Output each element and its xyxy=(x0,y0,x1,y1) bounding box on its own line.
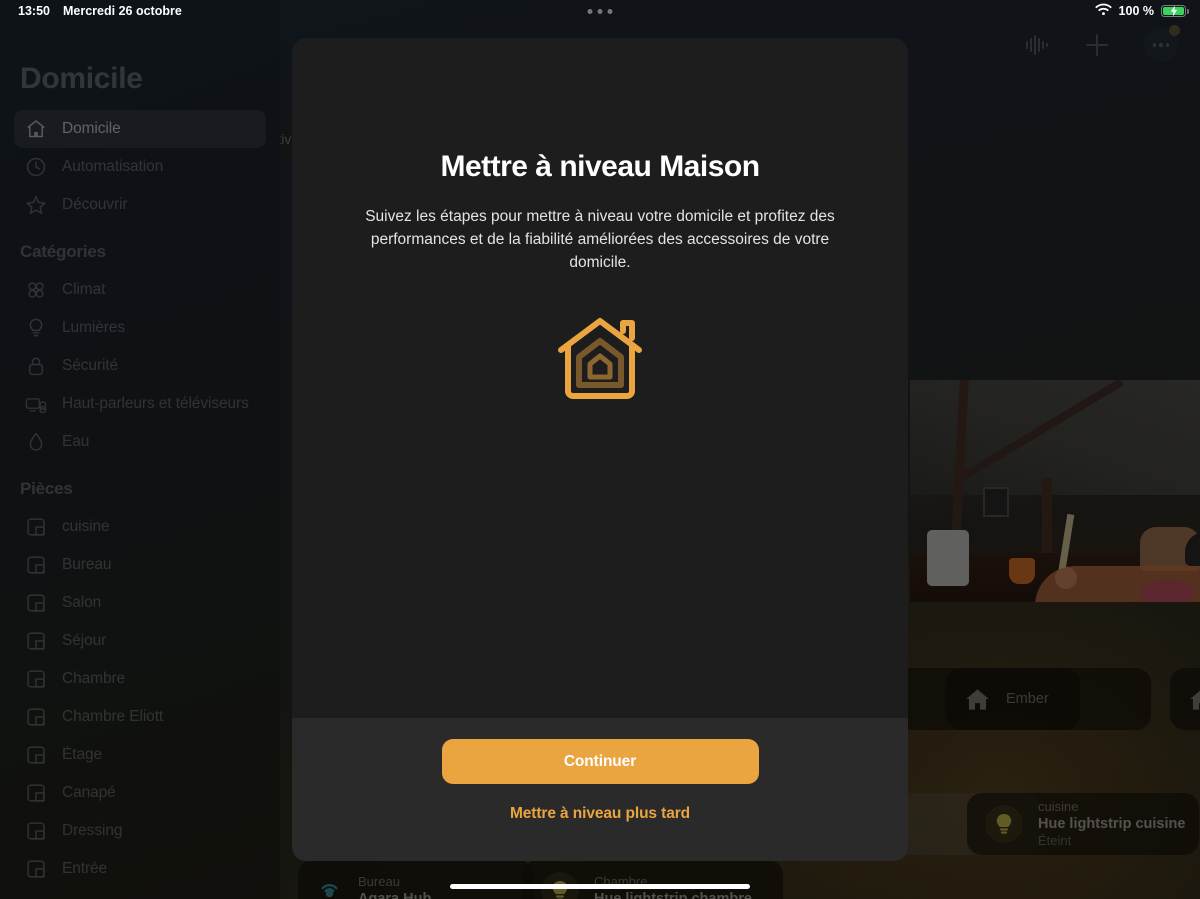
sidebar-item-label: Domicile xyxy=(62,120,121,137)
star-icon xyxy=(25,194,47,216)
modal-description: Suivez les étapes pour mettre à niveau v… xyxy=(365,208,835,271)
accessory-name: Ember xyxy=(1006,690,1049,707)
accessory-state: Éteint xyxy=(1038,833,1072,849)
sidebar-item-label: Automatisation xyxy=(62,158,164,175)
sidebar-item-label: Découvrir xyxy=(62,196,128,213)
clock-icon xyxy=(25,156,47,178)
sidebar-item-label: Entrée xyxy=(62,860,108,877)
water-drop-icon xyxy=(25,431,47,453)
accessory-card-right[interactable] xyxy=(1170,668,1200,730)
sidebar-item-etage[interactable]: Étage xyxy=(14,736,266,774)
sidebar-item-canape[interactable]: Canapé xyxy=(14,774,266,812)
room-icon xyxy=(25,516,47,538)
ellipsis-circle-icon[interactable] xyxy=(1144,25,1180,62)
notification-badge xyxy=(1169,25,1180,36)
accessory-card-aqara-hub[interactable]: Bureau Aqara Hub xyxy=(298,860,533,899)
accessory-room: cuisine xyxy=(1038,798,1079,814)
tv-speaker-icon xyxy=(25,393,47,415)
sidebar-item-eau[interactable]: Eau xyxy=(14,423,266,461)
page-title: Domicile xyxy=(20,62,143,95)
sidebar-item-entree[interactable]: Entrée xyxy=(14,850,266,888)
lightbulb-icon xyxy=(985,805,1023,843)
hub-icon xyxy=(316,878,343,899)
modal-footer: Continuer Mettre à niveau plus tard xyxy=(292,718,908,861)
camera-preview-tile[interactable] xyxy=(910,380,1200,602)
sidebar-item-securite[interactable]: Sécurité xyxy=(14,347,266,385)
upgrade-home-modal: Mettre à niveau Maison Suivez les étapes… xyxy=(292,38,908,861)
sidebar-item-automatisation[interactable]: Automatisation xyxy=(14,148,266,186)
accessory-name: Hue lightstrip cuisine xyxy=(1038,815,1186,832)
accessory-card-ember[interactable]: Ember xyxy=(946,668,1151,730)
room-icon xyxy=(25,706,47,728)
sidebar-item-label: Dressing xyxy=(62,822,123,839)
house-icon xyxy=(1188,686,1200,713)
house-icon xyxy=(964,686,991,713)
sidebar-item-label: Eau xyxy=(62,433,90,450)
room-icon xyxy=(25,592,47,614)
accessory-name: Hue lightstrip chambre xyxy=(594,890,752,899)
sidebar-item-climat[interactable]: Climat xyxy=(14,271,266,309)
sidebar-item-cuisine[interactable]: cuisine xyxy=(14,508,266,546)
modal-body: Mettre à niveau Maison Suivez les étapes… xyxy=(292,38,908,718)
accessory-name: Aqara Hub xyxy=(358,890,431,899)
sidebar-item-chambre[interactable]: Chambre xyxy=(14,660,266,698)
upgrade-later-button[interactable]: Mettre à niveau plus tard xyxy=(510,805,690,823)
room-icon xyxy=(25,630,47,652)
sidebar-item-label: Étage xyxy=(62,746,103,763)
sidebar-section-categories: Catégories xyxy=(20,242,106,261)
home-indicator[interactable] xyxy=(450,884,750,889)
sidebar-item-bureau[interactable]: Bureau xyxy=(14,546,266,584)
sidebar-item-label: Séjour xyxy=(62,632,107,649)
sidebar-item-dressing[interactable]: Dressing xyxy=(14,812,266,850)
room-icon xyxy=(25,554,47,576)
sidebar-item-label: cuisine xyxy=(62,518,110,535)
sidebar-item-sejour[interactable]: Séjour xyxy=(14,622,266,660)
sidebar-item-salon[interactable]: Salon xyxy=(14,584,266,622)
sidebar-item-lumieres[interactable]: Lumières xyxy=(14,309,266,347)
room-icon xyxy=(25,820,47,842)
sidebar-item-label: Climat xyxy=(62,281,106,298)
room-icon xyxy=(25,668,47,690)
room-icon xyxy=(25,858,47,880)
sidebar-item-label: Haut-parleurs et téléviseurs xyxy=(62,395,249,412)
nested-house-icon xyxy=(336,317,864,401)
main-toolbar xyxy=(1024,25,1180,62)
sidebar-item-label: Chambre xyxy=(62,670,126,687)
lock-icon xyxy=(25,355,47,377)
sidebar-item-label: Bureau xyxy=(62,556,112,573)
modal-title: Mettre à niveau Maison xyxy=(440,150,760,183)
sidebar-item-domicile[interactable]: Domicile xyxy=(14,110,266,148)
waveform-icon[interactable] xyxy=(1024,34,1050,56)
continue-button[interactable]: Continuer xyxy=(441,739,759,784)
accessory-room: Bureau xyxy=(358,873,400,889)
sidebar: Domicile Domicile Automatisation Découvr… xyxy=(0,0,280,899)
fan-icon xyxy=(25,279,47,301)
sidebar-item-label: Salon xyxy=(62,594,102,611)
accessory-card-hue-chambre[interactable]: Chambre Hue lightstrip chambre xyxy=(523,860,783,899)
house-icon xyxy=(25,118,47,140)
sidebar-section-pieces: Pièces xyxy=(20,479,73,498)
room-icon xyxy=(25,782,47,804)
sidebar-item-label: Sécurité xyxy=(62,357,119,374)
sidebar-item-label: Lumières xyxy=(62,319,125,336)
sidebar-item-label: Chambre Eliott xyxy=(62,708,164,725)
lightbulb-icon xyxy=(25,317,47,339)
sidebar-item-label: Canapé xyxy=(62,784,116,801)
accessory-card-hue-cuisine[interactable]: cuisine Hue lightstrip cuisine Éteint xyxy=(967,793,1199,855)
sidebar-item-decouvrir[interactable]: Découvrir xyxy=(14,186,266,224)
sidebar-item-haut-parleurs-televiseurs[interactable]: Haut-parleurs et téléviseurs xyxy=(14,385,266,423)
sidebar-item-chambre-eliott[interactable]: Chambre Eliott xyxy=(14,698,266,736)
room-icon xyxy=(25,744,47,766)
plus-icon[interactable] xyxy=(1084,32,1110,58)
